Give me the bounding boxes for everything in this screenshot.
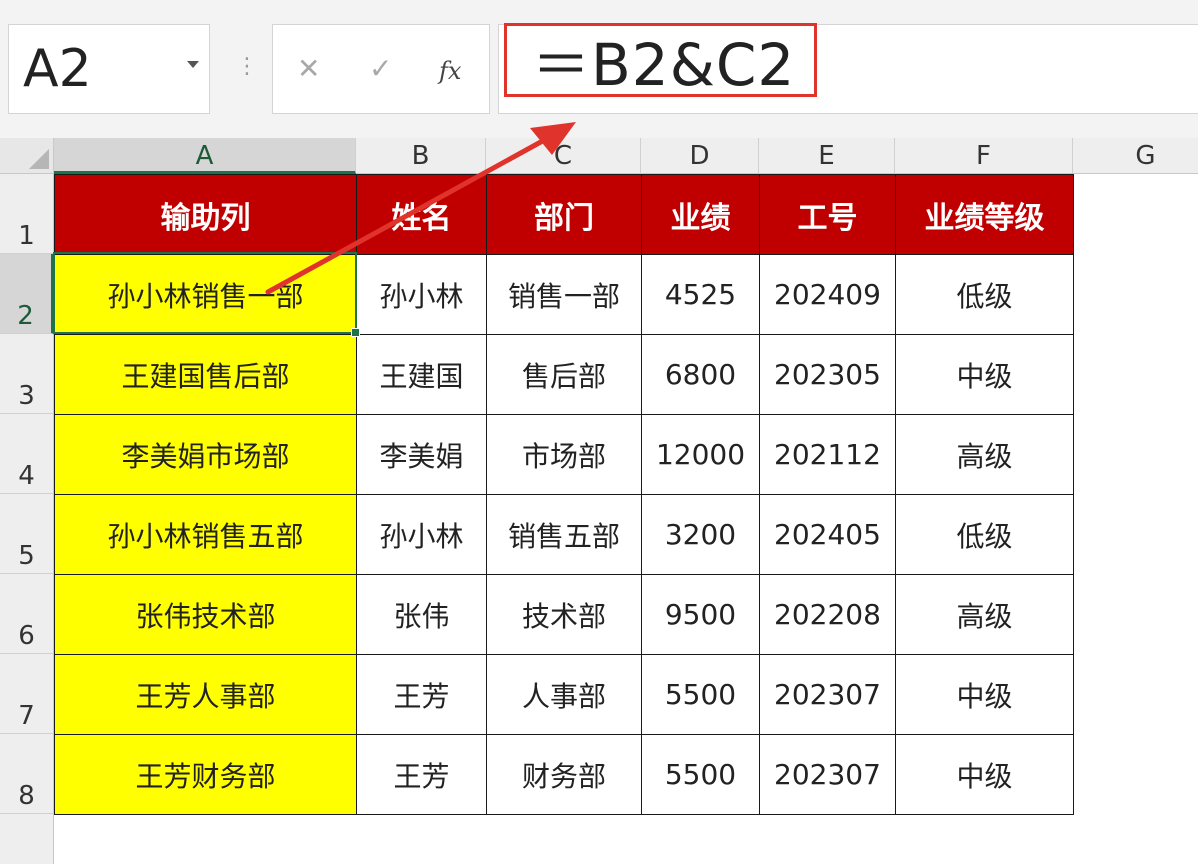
cell-performance[interactable]: 9500 xyxy=(641,574,760,655)
cell-dept[interactable]: 技术部 xyxy=(486,574,642,655)
cell-name[interactable]: 张伟 xyxy=(356,574,487,655)
column-header-c[interactable]: C xyxy=(486,138,641,174)
column-header-b[interactable]: B xyxy=(356,138,486,174)
cell-grade[interactable]: 中级 xyxy=(895,654,1074,735)
column-header-e[interactable]: E xyxy=(759,138,895,174)
cell-performance[interactable]: 5500 xyxy=(641,734,760,815)
cell-name[interactable]: 孙小林 xyxy=(356,254,487,335)
cell-helper[interactable]: 王建国售后部 xyxy=(54,334,357,415)
cell-name[interactable]: 王芳 xyxy=(356,734,487,815)
cell-employee-id[interactable]: 202307 xyxy=(759,734,896,815)
header-cell-name[interactable]: 姓名 xyxy=(356,174,487,255)
cell-name[interactable]: 孙小林 xyxy=(356,494,487,575)
cell-grade[interactable]: 高级 xyxy=(895,574,1074,655)
cell-grade[interactable]: 低级 xyxy=(895,494,1074,575)
name-box-value: A2 xyxy=(23,39,92,99)
enter-icon[interactable]: ✓ xyxy=(369,53,392,85)
cell-grade[interactable]: 高级 xyxy=(895,414,1074,495)
fx-icon[interactable]: fx xyxy=(439,55,461,87)
column-header-a[interactable]: A xyxy=(54,138,356,174)
cell-dept[interactable]: 财务部 xyxy=(486,734,642,815)
cell-name[interactable]: 王芳 xyxy=(356,654,487,735)
row-header-6[interactable]: 6 xyxy=(0,574,54,654)
row-header-4[interactable]: 4 xyxy=(0,414,54,494)
name-box[interactable]: A2 xyxy=(8,24,210,114)
cell-helper[interactable]: 孙小林销售五部 xyxy=(54,494,357,575)
column-header-g[interactable]: G xyxy=(1073,138,1198,174)
row-header-2[interactable]: 2 xyxy=(0,254,54,334)
cell-employee-id[interactable]: 202409 xyxy=(759,254,896,335)
cell-helper[interactable]: 李美娟市场部 xyxy=(54,414,357,495)
cell-name[interactable]: 王建国 xyxy=(356,334,487,415)
row-header-1[interactable]: 1 xyxy=(0,174,54,254)
cell-employee-id[interactable]: 202208 xyxy=(759,574,896,655)
cell-employee-id[interactable]: 202305 xyxy=(759,334,896,415)
select-all-icon[interactable] xyxy=(0,138,54,174)
dropdown-arrow-icon[interactable] xyxy=(187,61,199,68)
cell-grade[interactable]: 中级 xyxy=(895,334,1074,415)
cell-dept[interactable]: 市场部 xyxy=(486,414,642,495)
splitter-dots-icon[interactable]: ⋮ xyxy=(236,56,258,78)
cell-helper[interactable]: 王芳人事部 xyxy=(54,654,357,735)
formula-highlight-box xyxy=(504,23,817,97)
row-header-5[interactable]: 5 xyxy=(0,494,54,574)
cancel-icon[interactable]: ✕ xyxy=(297,53,320,85)
row-header-8[interactable]: 8 xyxy=(0,734,54,814)
row-header-3[interactable]: 3 xyxy=(0,334,54,414)
column-header-d[interactable]: D xyxy=(641,138,759,174)
cell-performance[interactable]: 3200 xyxy=(641,494,760,575)
cell-dept[interactable]: 售后部 xyxy=(486,334,642,415)
cell-employee-id[interactable]: 202405 xyxy=(759,494,896,575)
column-header-f[interactable]: F xyxy=(895,138,1073,174)
cell-employee-id[interactable]: 202307 xyxy=(759,654,896,735)
header-cell-grade[interactable]: 业绩等级 xyxy=(895,174,1074,255)
cell-grade[interactable]: 低级 xyxy=(895,254,1074,335)
cell-employee-id[interactable]: 202112 xyxy=(759,414,896,495)
cell-performance[interactable]: 5500 xyxy=(641,654,760,735)
cell-name[interactable]: 李美娟 xyxy=(356,414,487,495)
cell-dept[interactable]: 销售一部 xyxy=(486,254,642,335)
header-cell-performance[interactable]: 业绩 xyxy=(641,174,760,255)
cell-grade[interactable]: 中级 xyxy=(895,734,1074,815)
cell-performance[interactable]: 4525 xyxy=(641,254,760,335)
row-header-7[interactable]: 7 xyxy=(0,654,54,734)
header-cell-helper[interactable]: 输助列 xyxy=(54,174,357,255)
cell-helper[interactable]: 孙小林销售一部 xyxy=(54,254,357,335)
fill-handle[interactable] xyxy=(351,328,360,337)
header-cell-dept[interactable]: 部门 xyxy=(486,174,642,255)
cell-performance[interactable]: 12000 xyxy=(641,414,760,495)
cell-dept[interactable]: 销售五部 xyxy=(486,494,642,575)
header-cell-employee-id[interactable]: 工号 xyxy=(759,174,896,255)
cell-dept[interactable]: 人事部 xyxy=(486,654,642,735)
row-header-9[interactable] xyxy=(0,814,54,864)
cell-helper[interactable]: 王芳财务部 xyxy=(54,734,357,815)
formula-buttons: ✕ ✓ fx xyxy=(272,24,490,114)
cell-performance[interactable]: 6800 xyxy=(641,334,760,415)
cell-helper[interactable]: 张伟技术部 xyxy=(54,574,357,655)
